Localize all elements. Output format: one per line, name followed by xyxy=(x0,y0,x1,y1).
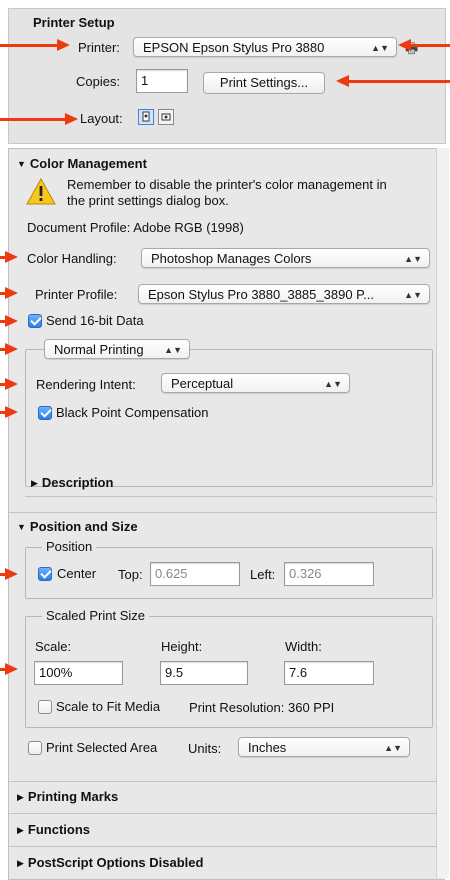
top-label: Top: xyxy=(118,567,143,582)
units-value: Inches xyxy=(248,740,287,755)
printer-profile-value: Epson Stylus Pro 3880_3885_3890 P... xyxy=(148,287,374,302)
divider xyxy=(9,512,437,513)
annotation-arrow xyxy=(0,315,18,327)
rendering-intent-value: Perceptual xyxy=(171,376,234,391)
functions-header[interactable]: ▶ Functions xyxy=(17,822,90,837)
center-checkbox[interactable] xyxy=(38,567,52,581)
rendering-intent-select[interactable]: Perceptual ▲▼ xyxy=(161,373,350,393)
annotation-arrow xyxy=(0,663,18,675)
disclosure-closed-icon: ▶ xyxy=(31,478,38,488)
copies-label: Copies: xyxy=(76,74,121,89)
top-field[interactable]: 0.625 xyxy=(150,562,240,586)
description-header[interactable]: ▶ Description xyxy=(31,475,113,490)
popup-arrows-icon: ▲▼ xyxy=(384,743,402,753)
rendering-intent-label: Rendering Intent: xyxy=(36,377,136,392)
postscript-header[interactable]: ▶ PostScript Options Disabled xyxy=(17,855,203,870)
color-handling-select[interactable]: Photoshop Manages Colors ▲▼ xyxy=(141,248,430,268)
print-selected-area-label: Print Selected Area xyxy=(46,740,158,755)
portrait-layout-icon[interactable] xyxy=(138,109,154,125)
popup-arrows-icon: ▲▼ xyxy=(324,379,342,389)
position-size-header[interactable]: ▼ Position and Size xyxy=(17,519,138,534)
printer-label: Printer: xyxy=(78,40,120,55)
divider xyxy=(25,496,433,497)
divider xyxy=(9,846,437,847)
position-legend: Position xyxy=(42,539,97,554)
print-selected-area-checkbox[interactable] xyxy=(28,741,42,755)
scrollbar-track[interactable] xyxy=(436,148,449,878)
warning-icon xyxy=(26,177,56,208)
divider xyxy=(9,781,437,782)
scale-label: Scale: xyxy=(35,639,72,654)
left-field[interactable]: 0.326 xyxy=(284,562,374,586)
color-handling-value: Photoshop Manages Colors xyxy=(151,251,312,266)
disclosure-closed-icon: ▶ xyxy=(17,792,24,802)
annotation-arrow xyxy=(0,39,70,51)
scale-to-fit-label: Scale to Fit Media xyxy=(56,699,161,714)
annotation-arrow xyxy=(336,75,450,87)
layout-label: Layout: xyxy=(80,111,123,126)
annotation-arrow xyxy=(0,287,18,299)
printer-select-value: EPSON Epson Stylus Pro 3880 xyxy=(143,40,325,55)
printing-marks-title: Printing Marks xyxy=(27,789,119,804)
popup-arrows-icon: ▲▼ xyxy=(371,43,389,53)
annotation-arrow xyxy=(0,378,18,390)
divider xyxy=(9,813,437,814)
color-handling-label: Color Handling: xyxy=(27,251,117,266)
scaled-size-legend: Scaled Print Size xyxy=(42,608,149,623)
postscript-title: PostScript Options Disabled xyxy=(27,855,204,870)
description-title: Description xyxy=(41,475,114,490)
scale-field[interactable]: 100% xyxy=(34,661,123,685)
printing-marks-header[interactable]: ▶ Printing Marks xyxy=(17,789,118,804)
disclosure-closed-icon: ▶ xyxy=(17,825,24,835)
document-profile: Document Profile: Adobe RGB (1998) xyxy=(27,220,244,235)
position-size-title: Position and Size xyxy=(29,519,138,534)
printer-select[interactable]: EPSON Epson Stylus Pro 3880 ▲▼ xyxy=(133,37,397,57)
units-label: Units: xyxy=(188,741,222,756)
color-management-title: Color Management xyxy=(29,156,147,171)
print-settings-button[interactable]: Print Settings... xyxy=(203,72,325,94)
disclosure-open-icon: ▼ xyxy=(17,522,26,532)
printing-mode-select[interactable]: Normal Printing ▲▼ xyxy=(44,339,190,359)
annotation-arrow xyxy=(0,251,18,263)
printing-mode-value: Normal Printing xyxy=(54,342,144,357)
functions-title: Functions xyxy=(27,822,91,837)
warning-text: Remember to disable the printer's color … xyxy=(67,177,387,208)
printer-profile-label: Printer Profile: xyxy=(35,287,118,302)
annotation-arrow xyxy=(398,39,450,51)
black-point-checkbox[interactable] xyxy=(38,406,52,420)
width-label: Width: xyxy=(285,639,322,654)
disclosure-open-icon: ▼ xyxy=(17,159,26,169)
popup-arrows-icon: ▲▼ xyxy=(404,254,422,264)
popup-arrows-icon: ▲▼ xyxy=(164,345,182,355)
height-label: Height: xyxy=(161,639,203,654)
printer-setup-heading: Printer Setup xyxy=(33,15,115,30)
popup-arrows-icon: ▲▼ xyxy=(404,290,422,300)
height-field[interactable]: 9.5 xyxy=(160,661,248,685)
left-label: Left: xyxy=(250,567,276,582)
annotation-arrow xyxy=(0,113,78,125)
center-label: Center xyxy=(57,566,97,581)
units-select[interactable]: Inches ▲▼ xyxy=(238,737,410,757)
print-resolution: Print Resolution: 360 PPI xyxy=(189,700,335,715)
printer-profile-select[interactable]: Epson Stylus Pro 3880_3885_3890 P... ▲▼ xyxy=(138,284,430,304)
landscape-layout-icon[interactable] xyxy=(158,109,174,125)
copies-field[interactable]: 1 xyxy=(136,69,188,93)
width-field[interactable]: 7.6 xyxy=(284,661,374,685)
annotation-arrow xyxy=(0,343,18,355)
scale-to-fit-checkbox[interactable] xyxy=(38,700,52,714)
disclosure-closed-icon: ▶ xyxy=(17,858,24,868)
color-management-header[interactable]: ▼ Color Management xyxy=(17,156,147,171)
annotation-arrow xyxy=(0,568,18,580)
send-16bit-checkbox[interactable] xyxy=(28,314,42,328)
black-point-label: Black Point Compensation xyxy=(56,405,209,420)
send-16bit-label: Send 16-bit Data xyxy=(46,313,144,328)
annotation-arrow xyxy=(0,406,18,418)
